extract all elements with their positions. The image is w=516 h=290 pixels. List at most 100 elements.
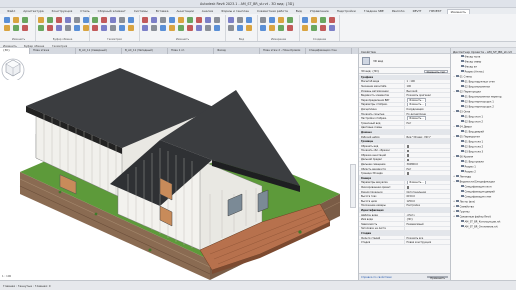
ribbon-tool-icon[interactable] [119, 17, 125, 23]
property-value[interactable]: Нет [405, 167, 450, 171]
ribbon-tool-icon[interactable] [65, 17, 71, 23]
ribbon-tool-icon[interactable] [56, 25, 62, 31]
ribbon-tool-icon[interactable] [205, 25, 211, 31]
property-value-cell[interactable]: Изменить... [405, 102, 450, 107]
3d-viewport[interactable] [0, 54, 358, 280]
property-value[interactable] [405, 126, 450, 130]
ribbon-tool-icon[interactable] [178, 17, 184, 23]
ribbon-tool-icon[interactable] [302, 17, 308, 23]
properties-help-link[interactable]: Справка по свойствам [361, 276, 392, 279]
ribbon-tool-icon[interactable] [74, 25, 80, 31]
ribbon-tool-icon[interactable] [92, 25, 98, 31]
ribbon-tool-icon[interactable] [228, 25, 234, 31]
ribbon-tool-icon[interactable] [269, 25, 275, 31]
property-checkbox[interactable] [405, 185, 450, 189]
property-value-cell[interactable]: Изменить... [405, 180, 450, 185]
ribbon-tool-icon[interactable] [169, 17, 175, 23]
checkbox-icon[interactable] [406, 186, 410, 189]
checkbox-icon[interactable] [406, 144, 410, 148]
checkbox-icon[interactable] [406, 172, 410, 176]
ribbon-tool-icon[interactable] [228, 17, 234, 23]
checkbox-icon[interactable] [406, 154, 410, 157]
property-checkbox[interactable] [405, 144, 450, 148]
property-value[interactable]: Ортогональная [405, 190, 450, 194]
ribbon-tab[interactable]: Вид [293, 9, 305, 13]
ribbon-tool-icon[interactable] [169, 25, 175, 31]
ribbon-tool-icon[interactable] [47, 17, 53, 23]
property-checkbox[interactable] [405, 149, 450, 153]
property-value[interactable]: Высокий [405, 89, 450, 93]
ribbon-tool-icon[interactable] [187, 17, 193, 23]
ribbon-tab[interactable]: Paulinho [389, 9, 408, 13]
property-checkbox[interactable] [405, 153, 450, 157]
ribbon-tool-icon[interactable] [205, 17, 211, 23]
property-value[interactable]: Показать оригинал [405, 93, 450, 97]
property-value[interactable]: Показать все [405, 236, 450, 240]
ribbon-tool-icon[interactable] [260, 17, 266, 23]
ribbon-tool-icon[interactable] [302, 25, 308, 31]
property-value[interactable]: Новая конструкция [405, 240, 450, 244]
ribbon-tool-icon[interactable] [187, 25, 193, 31]
ribbon-tab[interactable]: Системы [131, 9, 151, 13]
ribbon-tool-icon[interactable] [142, 17, 148, 23]
property-value[interactable]: Нет [405, 121, 450, 125]
ribbon-tool-icon[interactable] [246, 25, 252, 31]
property-value[interactable]: {3D} [405, 217, 450, 221]
ribbon-tool-icon[interactable] [92, 17, 98, 23]
edit-type-button[interactable]: Изменить тип [423, 69, 448, 74]
property-checkbox[interactable] [405, 158, 450, 162]
view-cube-icon[interactable] [0, 54, 26, 80]
ribbon-tool-icon[interactable] [246, 17, 252, 23]
property-value[interactable]: 304800.0 [405, 162, 450, 166]
ribbon-tab[interactable]: Надстройки [334, 9, 359, 13]
property-value[interactable]: Независимый [405, 222, 450, 226]
ribbon-tool-icon[interactable] [74, 17, 80, 23]
property-value[interactable]: 100 [405, 84, 450, 88]
tree-item[interactable]: AM_ST_BR_Отопление.rvt [451, 224, 516, 229]
ribbon-tool-icon[interactable] [13, 25, 19, 31]
options-item[interactable]: Буфер обмена [24, 44, 44, 48]
ribbon-tool-icon[interactable] [311, 17, 317, 23]
ribbon-tab[interactable]: REVIT [410, 9, 425, 13]
ribbon-tab[interactable]: Изменить [446, 8, 470, 14]
options-item[interactable]: Геометрия [52, 44, 67, 48]
checkbox-icon[interactable] [406, 149, 410, 153]
ribbon-tool-icon[interactable] [160, 17, 166, 23]
ribbon-tab[interactable]: Сталь [77, 9, 92, 13]
property-value[interactable]: 6150.0 [405, 194, 450, 198]
ribbon-tab[interactable]: Гладкие SBE [361, 9, 387, 13]
ribbon-tab[interactable]: Формы и генплан [218, 9, 252, 13]
ribbon-tab[interactable]: ПРОЕКТ [426, 9, 444, 13]
ribbon-tool-icon[interactable] [83, 25, 89, 31]
ribbon-tool-icon[interactable] [22, 25, 28, 31]
ribbon-tool-icon[interactable] [329, 25, 335, 31]
checkbox-icon[interactable] [406, 158, 410, 162]
ribbon-tool-icon[interactable] [101, 17, 107, 23]
ribbon-tab[interactable]: Анализ [199, 9, 216, 13]
ribbon-tool-icon[interactable] [178, 25, 184, 31]
ribbon-tool-icon[interactable] [110, 17, 116, 23]
ribbon-tab[interactable]: Архитектура [20, 9, 46, 13]
ribbon-tool-icon[interactable] [287, 17, 293, 23]
edit-property-button[interactable]: Изменить... [406, 102, 427, 107]
ribbon-tool-icon[interactable] [151, 17, 157, 23]
ribbon-tool-icon[interactable] [83, 17, 89, 23]
ribbon-tool-icon[interactable] [329, 17, 335, 23]
ribbon-tool-icon[interactable] [260, 25, 266, 31]
ribbon-tool-icon[interactable] [38, 17, 44, 23]
property-checkbox[interactable] [405, 171, 450, 176]
property-value[interactable]: 1 : 100 [405, 80, 450, 83]
ribbon-tab[interactable]: Управление [307, 9, 332, 13]
ribbon-tool-icon[interactable] [13, 17, 19, 23]
ribbon-tool-icon[interactable] [196, 25, 202, 31]
ribbon-tool-icon[interactable] [160, 25, 166, 31]
ribbon-tool-icon[interactable] [128, 25, 134, 31]
navigation-bar[interactable] [350, 164, 356, 208]
ribbon-tool-icon[interactable] [65, 25, 71, 31]
property-value[interactable]: Настройка [405, 204, 450, 207]
ribbon-tool-icon[interactable] [4, 17, 10, 23]
ribbon-tool-icon[interactable] [4, 25, 10, 31]
property-value[interactable]: <Нет> [405, 213, 450, 217]
ribbon-tool-icon[interactable] [214, 25, 220, 31]
ribbon-tab[interactable]: Файл [4, 9, 18, 13]
